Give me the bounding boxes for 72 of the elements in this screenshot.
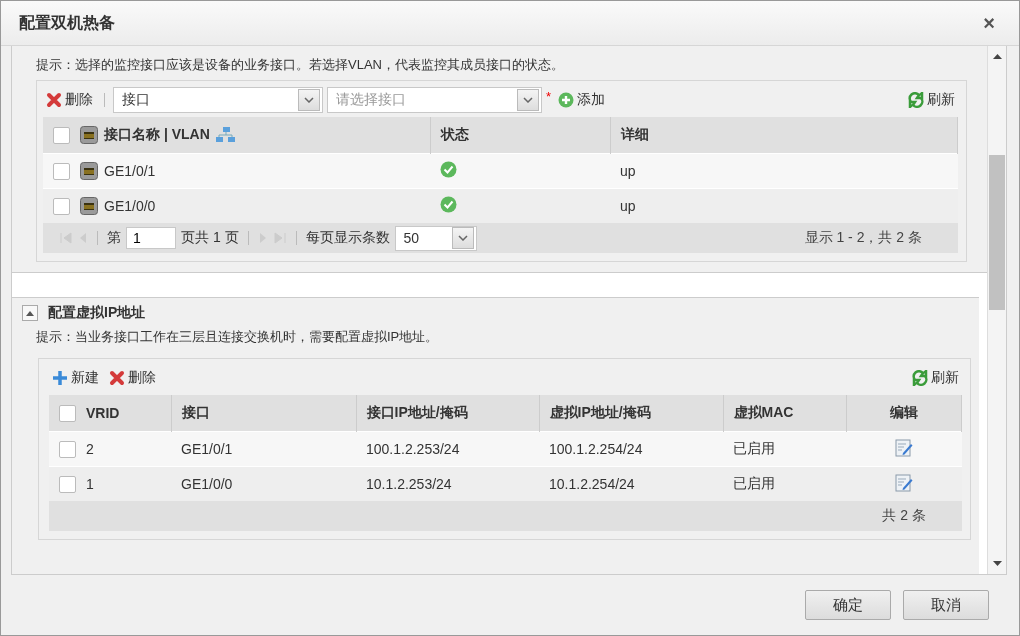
table-cell: 2 — [86, 441, 94, 457]
row-checkbox[interactable] — [59, 475, 76, 493]
chevron-down-icon — [523, 97, 533, 103]
column-header: 详细 — [620, 126, 649, 142]
column-header: 接口 — [181, 404, 210, 420]
window-title: 配置双机热备 — [19, 12, 115, 33]
table-cell: 100.1.2.253/24 — [366, 441, 460, 457]
delete-icon — [46, 92, 62, 108]
refresh-button[interactable]: 刷新 — [909, 369, 962, 387]
edit-icon[interactable] — [894, 473, 913, 492]
plus-circle-icon — [558, 92, 575, 108]
refresh-icon — [908, 92, 924, 108]
close-button[interactable]: × — [977, 11, 1001, 35]
table-cell: 10.1.2.254/24 — [549, 476, 635, 492]
hint-text: 提示：当业务接口工作在三层且连接交换机时，需要配置虚拟IP地址。 — [35, 328, 440, 346]
per-page-label: 每页显示条数 — [305, 229, 390, 247]
table-cell: up — [620, 163, 636, 179]
triangle-up-icon — [26, 310, 34, 316]
table-cell: GE1/0/0 — [104, 198, 156, 214]
port-icon — [80, 162, 98, 180]
table-cell: GE1/0/1 — [104, 163, 156, 179]
column-header: 编辑 — [889, 404, 918, 420]
column-header: 接口名称 | VLAN — [104, 126, 210, 144]
table-cell: 已启用 — [733, 440, 775, 456]
table-cell: 100.1.2.254/24 — [549, 441, 643, 457]
table-cell: 已启用 — [733, 475, 775, 491]
select-all-checkbox[interactable] — [53, 126, 70, 144]
cancel-button[interactable]: 取消 — [903, 590, 989, 620]
page-count: 页共 1 页 — [181, 229, 239, 247]
column-header: 虚拟IP地址/掩码 — [549, 404, 651, 420]
scroll-thumb[interactable] — [989, 155, 1005, 310]
column-header: 状态 — [440, 126, 469, 142]
total-count: 共 2 条 — [882, 507, 926, 525]
chevron-down-icon — [304, 97, 314, 103]
table-cell: 1 — [86, 476, 94, 492]
table-cell: GE1/0/1 — [181, 441, 233, 457]
delete-button[interactable]: 删除 — [106, 369, 159, 387]
hint-text: 提示：选择的监控接口应该是设备的业务接口。若选择VLAN，代表监控其成员接口的状态。 — [36, 56, 565, 74]
chevron-down-icon — [457, 235, 468, 241]
new-button[interactable]: 新建 — [49, 369, 102, 387]
refresh-icon — [912, 370, 928, 386]
section-title: 配置虚拟IP地址 — [48, 304, 146, 322]
row-checkbox[interactable] — [53, 197, 70, 215]
column-header: VRID — [86, 405, 120, 421]
row-checkbox[interactable] — [53, 162, 70, 180]
edit-icon[interactable] — [894, 438, 913, 457]
scrollbar[interactable] — [987, 46, 1006, 574]
ok-button[interactable]: 确定 — [805, 590, 891, 620]
delete-button[interactable]: 删除 — [43, 91, 96, 109]
column-header: 接口IP地址/掩码 — [366, 404, 468, 420]
scroll-down-icon[interactable] — [992, 561, 1002, 566]
port-icon — [80, 197, 98, 215]
type-select[interactable]: 接口 — [113, 87, 323, 113]
delete-icon — [109, 370, 125, 386]
add-button[interactable]: 添加 — [555, 91, 609, 109]
column-header: 虚拟MAC — [733, 404, 794, 420]
table-cell: 10.1.2.253/24 — [366, 476, 452, 492]
page-input[interactable]: 1 — [126, 227, 176, 249]
network-icon — [215, 127, 236, 143]
select-all-checkbox[interactable] — [59, 404, 76, 422]
table-cell: up — [620, 198, 636, 214]
table-cell: GE1/0/0 — [181, 476, 233, 492]
plus-icon — [52, 370, 68, 386]
required-mark: * — [546, 89, 552, 104]
row-checkbox[interactable] — [59, 440, 76, 458]
port-icon — [80, 126, 98, 144]
collapse-button[interactable] — [22, 305, 38, 321]
page-label: 第 — [107, 229, 121, 247]
scroll-up-icon[interactable] — [992, 54, 1002, 59]
per-page-select[interactable]: 50 — [394, 225, 477, 251]
refresh-button[interactable]: 刷新 — [905, 91, 958, 109]
page-summary: 显示 1 - 2，共 2 条 — [804, 229, 922, 247]
